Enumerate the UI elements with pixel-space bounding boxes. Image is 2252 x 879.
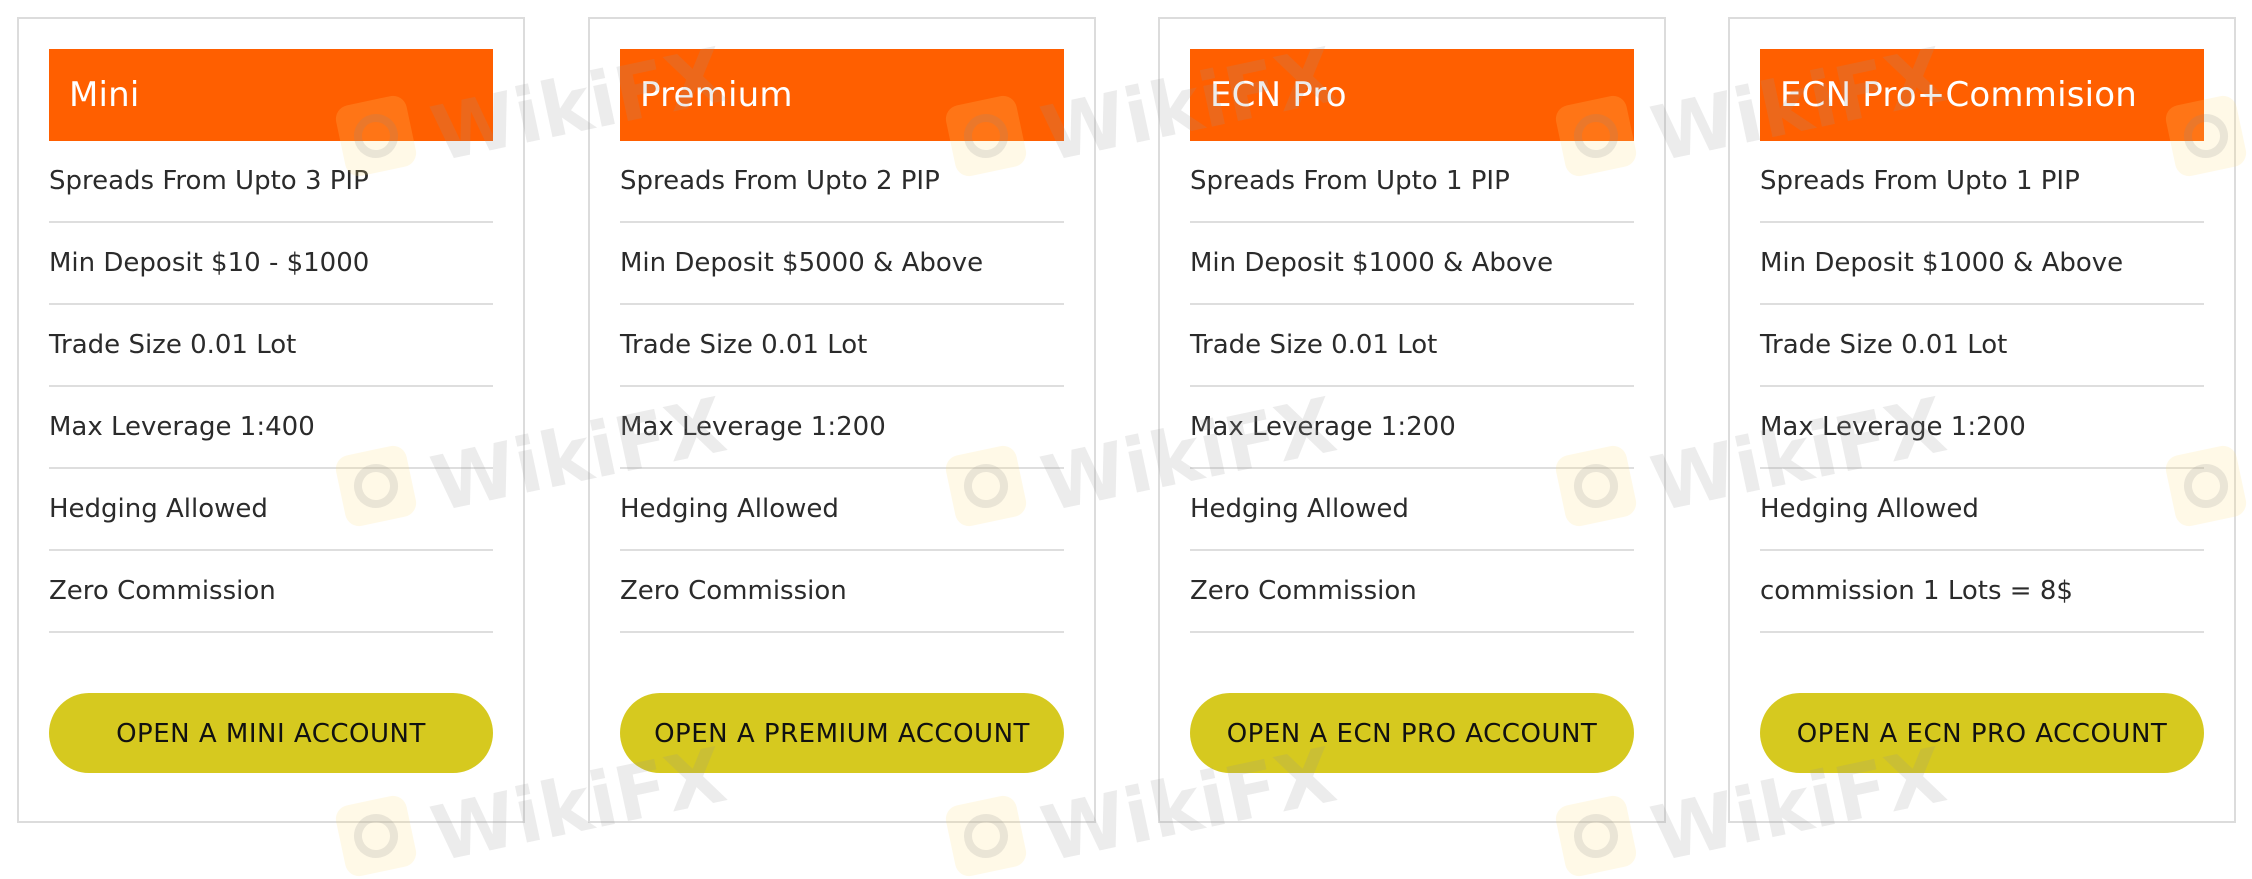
feature-hedging: Hedging Allowed (1190, 469, 1634, 551)
account-types-grid: Mini Spreads From Upto 3 PIP Min Deposit… (0, 0, 2252, 836)
feature-max-leverage: Max Leverage 1:200 (1760, 387, 2204, 469)
feature-spreads: Spreads From Upto 2 PIP (620, 141, 1064, 223)
account-card-premium: Premium Spreads From Upto 2 PIP Min Depo… (588, 17, 1096, 823)
card-title: Mini (49, 49, 493, 141)
open-premium-account-button[interactable]: OPEN A PREMIUM ACCOUNT (620, 693, 1064, 773)
feature-min-deposit: Min Deposit $10 - $1000 (49, 223, 493, 305)
feature-list: Spreads From Upto 3 PIP Min Deposit $10 … (49, 141, 493, 633)
feature-hedging: Hedging Allowed (620, 469, 1064, 551)
feature-min-deposit: Min Deposit $5000 & Above (620, 223, 1064, 305)
feature-max-leverage: Max Leverage 1:200 (1190, 387, 1634, 469)
feature-spreads: Spreads From Upto 3 PIP (49, 141, 493, 223)
account-card-mini: Mini Spreads From Upto 3 PIP Min Deposit… (17, 17, 525, 823)
card-title: ECN Pro (1190, 49, 1634, 141)
feature-min-deposit: Min Deposit $1000 & Above (1190, 223, 1634, 305)
account-card-ecn-pro-commission: ECN Pro+Commision Spreads From Upto 1 PI… (1728, 17, 2236, 823)
feature-hedging: Hedging Allowed (1760, 469, 2204, 551)
feature-trade-size: Trade Size 0.01 Lot (49, 305, 493, 387)
feature-max-leverage: Max Leverage 1:400 (49, 387, 493, 469)
feature-commission: Zero Commission (1190, 551, 1634, 633)
card-title: Premium (620, 49, 1064, 141)
open-mini-account-button[interactable]: OPEN A MINI ACCOUNT (49, 693, 493, 773)
feature-list: Spreads From Upto 1 PIP Min Deposit $100… (1190, 141, 1634, 633)
feature-spreads: Spreads From Upto 1 PIP (1760, 141, 2204, 223)
feature-list: Spreads From Upto 1 PIP Min Deposit $100… (1760, 141, 2204, 633)
open-ecn-pro-commission-account-button[interactable]: OPEN A ECN PRO ACCOUNT (1760, 693, 2204, 773)
card-title: ECN Pro+Commision (1760, 49, 2204, 141)
feature-min-deposit: Min Deposit $1000 & Above (1760, 223, 2204, 305)
feature-trade-size: Trade Size 0.01 Lot (1190, 305, 1634, 387)
feature-list: Spreads From Upto 2 PIP Min Deposit $500… (620, 141, 1064, 633)
feature-spreads: Spreads From Upto 1 PIP (1190, 141, 1634, 223)
feature-hedging: Hedging Allowed (49, 469, 493, 551)
feature-trade-size: Trade Size 0.01 Lot (1760, 305, 2204, 387)
feature-trade-size: Trade Size 0.01 Lot (620, 305, 1064, 387)
open-ecn-pro-account-button[interactable]: OPEN A ECN PRO ACCOUNT (1190, 693, 1634, 773)
feature-max-leverage: Max Leverage 1:200 (620, 387, 1064, 469)
feature-commission: Zero Commission (49, 551, 493, 633)
account-card-ecn-pro: ECN Pro Spreads From Upto 1 PIP Min Depo… (1158, 17, 1666, 823)
feature-commission: commission 1 Lots = 8$ (1760, 551, 2204, 633)
feature-commission: Zero Commission (620, 551, 1064, 633)
